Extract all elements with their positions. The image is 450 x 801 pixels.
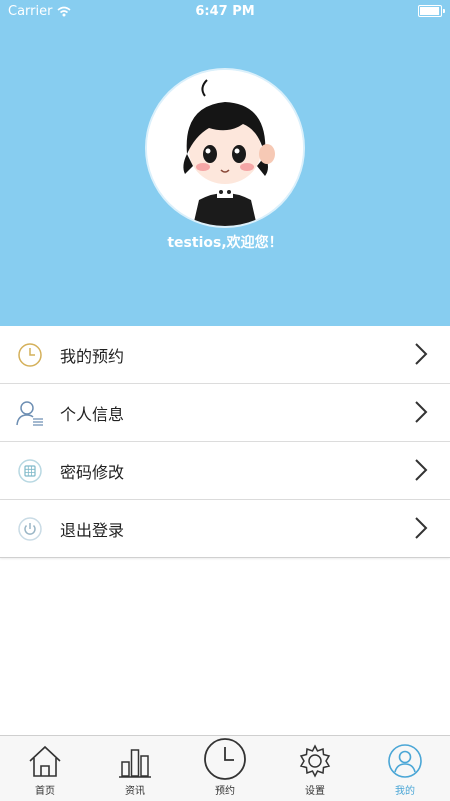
tab-home[interactable]: 首页 <box>0 736 90 801</box>
power-icon <box>16 515 44 543</box>
battery-icon <box>418 5 445 17</box>
profile-menu: 我的预约 个人信息 密码修改 退出登录 <box>0 326 450 558</box>
chevron-right-icon <box>415 343 428 365</box>
carrier-label: Carrier <box>8 3 53 19</box>
person-icon <box>16 399 44 427</box>
chevron-right-icon <box>415 401 428 423</box>
profile-header: testios,欢迎您！ <box>0 0 450 326</box>
tab-appointment[interactable]: 预约 <box>180 736 270 801</box>
tab-label: 我的 <box>395 786 415 797</box>
menu-item-my-appointments[interactable]: 我的预约 <box>0 326 450 384</box>
news-chart-icon <box>115 741 155 781</box>
keypad-icon <box>16 457 44 485</box>
cartoon-girl-avatar-image <box>147 70 303 226</box>
menu-item-label: 我的预约 <box>60 346 125 366</box>
tab-mine[interactable]: 我的 <box>360 736 450 801</box>
menu-item-label: 密码修改 <box>60 462 125 482</box>
menu-item-label: 退出登录 <box>60 520 125 540</box>
chevron-right-icon <box>415 517 428 539</box>
tab-label: 预约 <box>215 786 235 797</box>
status-bar: Carrier 6:47 PM <box>0 0 450 22</box>
welcome-text: testios,欢迎您！ <box>167 235 283 251</box>
tab-news[interactable]: 资讯 <box>90 736 180 801</box>
menu-item-logout[interactable]: 退出登录 <box>0 500 450 558</box>
tab-label: 资讯 <box>125 786 145 797</box>
avatar[interactable] <box>147 70 303 226</box>
menu-item-change-password[interactable]: 密码修改 <box>0 442 450 500</box>
tab-label: 首页 <box>35 786 55 797</box>
tab-settings[interactable]: 设置 <box>270 736 360 801</box>
tab-label: 设置 <box>305 786 325 797</box>
clock-icon <box>16 341 44 369</box>
chevron-right-icon <box>415 459 428 481</box>
tab-bar: 首页 资讯 预约 设置 我的 <box>0 735 450 801</box>
menu-item-personal-info[interactable]: 个人信息 <box>0 384 450 442</box>
home-icon <box>25 741 65 781</box>
menu-item-label: 个人信息 <box>60 404 125 424</box>
gear-icon <box>295 741 335 781</box>
clock-icon <box>202 736 248 781</box>
person-icon <box>385 741 425 781</box>
wifi-icon <box>57 6 71 16</box>
